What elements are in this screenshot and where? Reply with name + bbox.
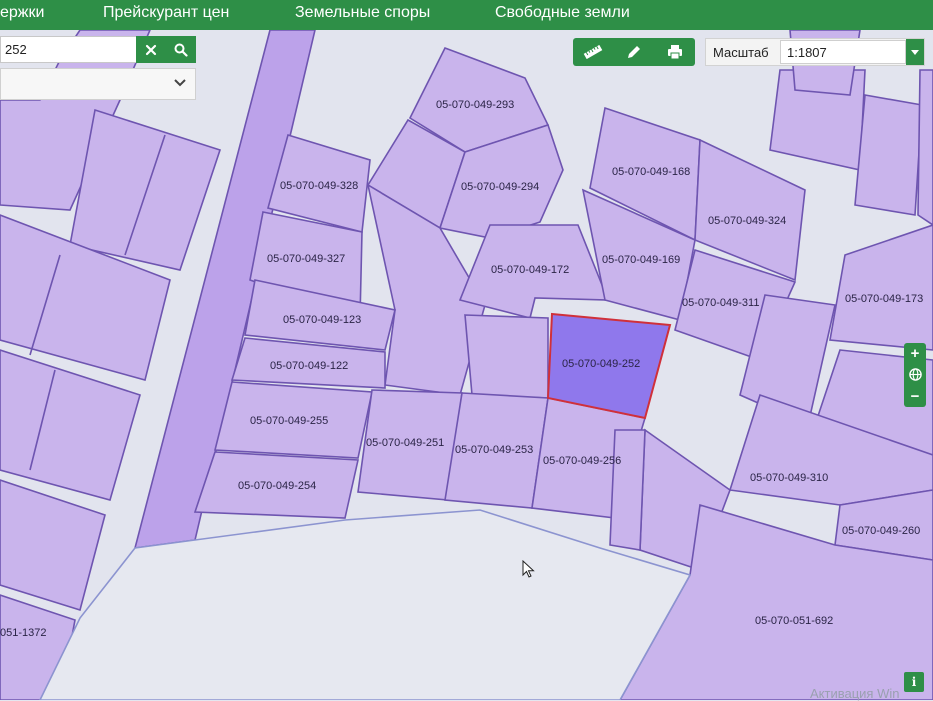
measure-button[interactable] [573,38,613,66]
scale-dropdown-button[interactable] [906,39,924,65]
parcel-label-122: 05-070-049-122 [270,360,348,372]
cadastral-map[interactable]: 05-070-049-293 05-070-049-328 05-070-049… [0,30,933,700]
chevron-down-icon [174,79,186,87]
nav-item-support[interactable]: ержки [0,4,44,22]
top-navigation-bar: ержки Прейскурант цен Земельные споры Св… [0,0,933,30]
parcel-label-328: 05-070-049-328 [280,180,358,192]
nav-item-free-land[interactable]: Свободные земли [495,4,630,22]
parcel-label-253: 05-070-049-253 [455,444,533,456]
zoom-out-button[interactable]: − [904,386,926,406]
close-icon [145,44,157,55]
parcel-label-692: 05-070-051-692 [755,615,833,627]
zoom-controls: + − [904,343,926,407]
mouse-cursor-icon [522,560,535,578]
nav-item-land-disputes[interactable]: Земельные споры [295,4,430,22]
zoom-in-button[interactable]: + [904,343,926,363]
parcel-label-169: 05-070-049-169 [602,254,680,266]
parcel-label-293: 05-070-049-293 [436,99,514,111]
parcel-label-311: 05-070-049-311 [682,297,759,309]
parcel-lower-b [609,429,646,551]
search-icon [174,43,188,57]
parcel-label-324: 05-070-049-324 [708,215,786,227]
parcel-label-255: 05-070-049-255 [250,415,328,427]
print-button[interactable] [655,38,695,66]
parcel-label-327: 05-070-049-327 [267,253,345,265]
cadastral-search-field[interactable]: 252 [0,36,196,63]
pencil-icon [628,46,640,58]
scale-label: Масштаб [713,45,769,60]
parcel-label-310: 05-070-049-310 [750,472,828,484]
clear-search-button[interactable] [136,36,166,63]
parcel-label-1372: 051-1372 [0,627,47,639]
globe-button[interactable] [904,364,926,384]
scale-panel: Масштаб 1:1807 [705,38,925,66]
parcel-label-172: 05-070-049-172 [491,264,569,276]
map-canvas[interactable]: 05-070-049-293 05-070-049-328 05-070-049… [0,30,933,700]
map-tools [573,38,695,66]
printer-icon [668,45,682,60]
parcel-label-173: 05-070-049-173 [845,293,923,305]
parcel-label-251: 05-070-049-251 [366,437,444,449]
parcel-label-256: 05-070-049-256 [543,455,621,467]
scale-value: 1:1807 [787,45,827,60]
ruler-icon [583,45,603,59]
parcel-label-254: 05-070-049-254 [238,480,316,492]
parcel-right-top-b [854,94,923,216]
layer-dropdown[interactable] [0,68,196,100]
parcel-label-168: 05-070-049-168 [612,166,690,178]
globe-icon [908,367,922,381]
parcel-mid-b [464,314,549,399]
scale-select[interactable]: 1:1807 [780,40,906,64]
edit-button[interactable] [614,38,654,66]
caret-down-icon [911,49,919,55]
parcel-label-252: 05-070-049-252 [562,358,640,370]
search-input[interactable]: 252 [5,42,27,57]
parcel-label-260: 05-070-049-260 [842,525,920,537]
search-button[interactable] [166,36,196,63]
parcel-right-top-d [917,69,933,226]
info-button[interactable]: i [904,672,924,692]
parcel-label-123: 05-070-049-123 [283,314,361,326]
nav-item-price-list[interactable]: Прейскурант цен [103,4,229,22]
parcel-label-294: 05-070-049-294 [461,181,539,193]
windows-activation-watermark: Активация Win [810,686,900,701]
